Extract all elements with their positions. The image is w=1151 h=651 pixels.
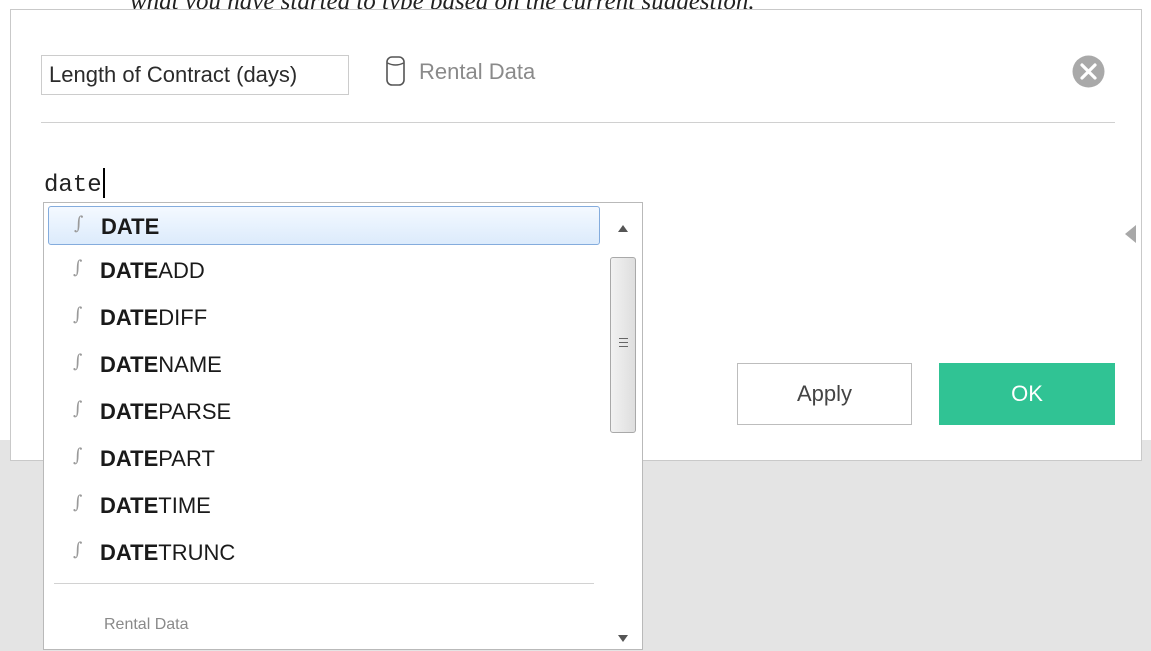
suggestion-match-text: DATE: [101, 214, 160, 239]
suggestion-match-text: DATE: [100, 305, 159, 330]
suggestion-rest-text: ADD: [158, 258, 205, 283]
close-icon[interactable]: [1072, 55, 1105, 88]
suggestion-label: DATETRUNC: [100, 540, 235, 566]
suggestion-item[interactable]: ∫ DATETIME: [48, 486, 600, 525]
suggestion-match-text: DATE: [100, 352, 159, 377]
calculation-name-input[interactable]: Length of Contract (days): [41, 55, 349, 95]
suggestion-label: DATEDIFF: [100, 305, 207, 331]
suggestion-match-text: DATE: [100, 258, 159, 283]
grip-line: [619, 338, 628, 339]
suggestion-label: DATE: [101, 214, 159, 240]
suggestion-match-text: DATE: [100, 446, 159, 471]
suggestion-label: DATETIME: [100, 493, 211, 519]
formula-text: date: [44, 172, 102, 199]
suggestion-item[interactable]: ∫ DATEADD: [48, 251, 600, 290]
suggestion-match-text: DATE: [100, 540, 159, 565]
function-icon: ∫: [73, 304, 83, 325]
formula-editor[interactable]: date: [44, 168, 105, 199]
suggestion-rest-text: PARSE: [158, 399, 232, 424]
suggestion-item[interactable]: ∫ DATE: [48, 206, 600, 245]
suggestion-label: DATEPART: [100, 446, 215, 472]
scrollbar[interactable]: [607, 205, 640, 647]
grip-line: [619, 346, 628, 347]
expand-panel-icon[interactable]: [1125, 225, 1136, 243]
suggestion-item[interactable]: ∫ DATETRUNC: [48, 533, 600, 572]
function-icon: ∫: [73, 398, 83, 419]
scroll-up-arrow-icon[interactable]: [618, 225, 628, 232]
ok-button[interactable]: OK: [939, 363, 1115, 425]
function-icon: ∫: [73, 351, 83, 372]
suggestion-rest-text: TIME: [158, 493, 211, 518]
suggestion-item[interactable]: ∫ DATEPART: [48, 439, 600, 478]
suggestion-rest-text: NAME: [158, 352, 222, 377]
suggestion-rest-text: TRUNC: [158, 540, 236, 565]
datasource-label: Rental Data: [419, 59, 536, 84]
suggestion-rest-text: PART: [158, 446, 215, 471]
suggestion-item[interactable]: ∫ DATEDIFF: [48, 298, 600, 337]
section-header-rental-data: Rental Data: [104, 616, 189, 633]
suggestion-label: DATEADD: [100, 258, 205, 284]
database-icon: [386, 56, 405, 86]
header-divider: [41, 122, 1115, 123]
function-icon: ∫: [73, 257, 83, 278]
apply-button[interactable]: Apply: [737, 363, 912, 425]
scroll-down-arrow-icon[interactable]: [618, 635, 628, 642]
function-icon: ∫: [73, 445, 83, 466]
suggestion-label: DATENAME: [100, 352, 222, 378]
suggestion-item[interactable]: ∫ DATENAME: [48, 345, 600, 384]
grip-line: [619, 342, 628, 343]
function-icon: ∫: [73, 492, 83, 513]
function-icon: ∫: [73, 539, 83, 560]
autocomplete-dropdown: ∫ DATE ∫ DATEADD ∫ DATEDIFF ∫ DATENAME ∫ DATEPARS…: [43, 202, 643, 650]
suggestion-match-text: DATE: [100, 399, 159, 424]
suggestion-rest-text: DIFF: [158, 305, 208, 330]
scrollbar-thumb[interactable]: [610, 257, 636, 433]
text-cursor: [102, 168, 105, 198]
suggestion-match-text: DATE: [100, 493, 159, 518]
function-icon: ∫: [74, 213, 84, 234]
suggestion-item[interactable]: ∫ DATEPARSE: [48, 392, 600, 431]
list-divider: [54, 583, 594, 584]
suggestion-label: DATEPARSE: [100, 399, 231, 425]
